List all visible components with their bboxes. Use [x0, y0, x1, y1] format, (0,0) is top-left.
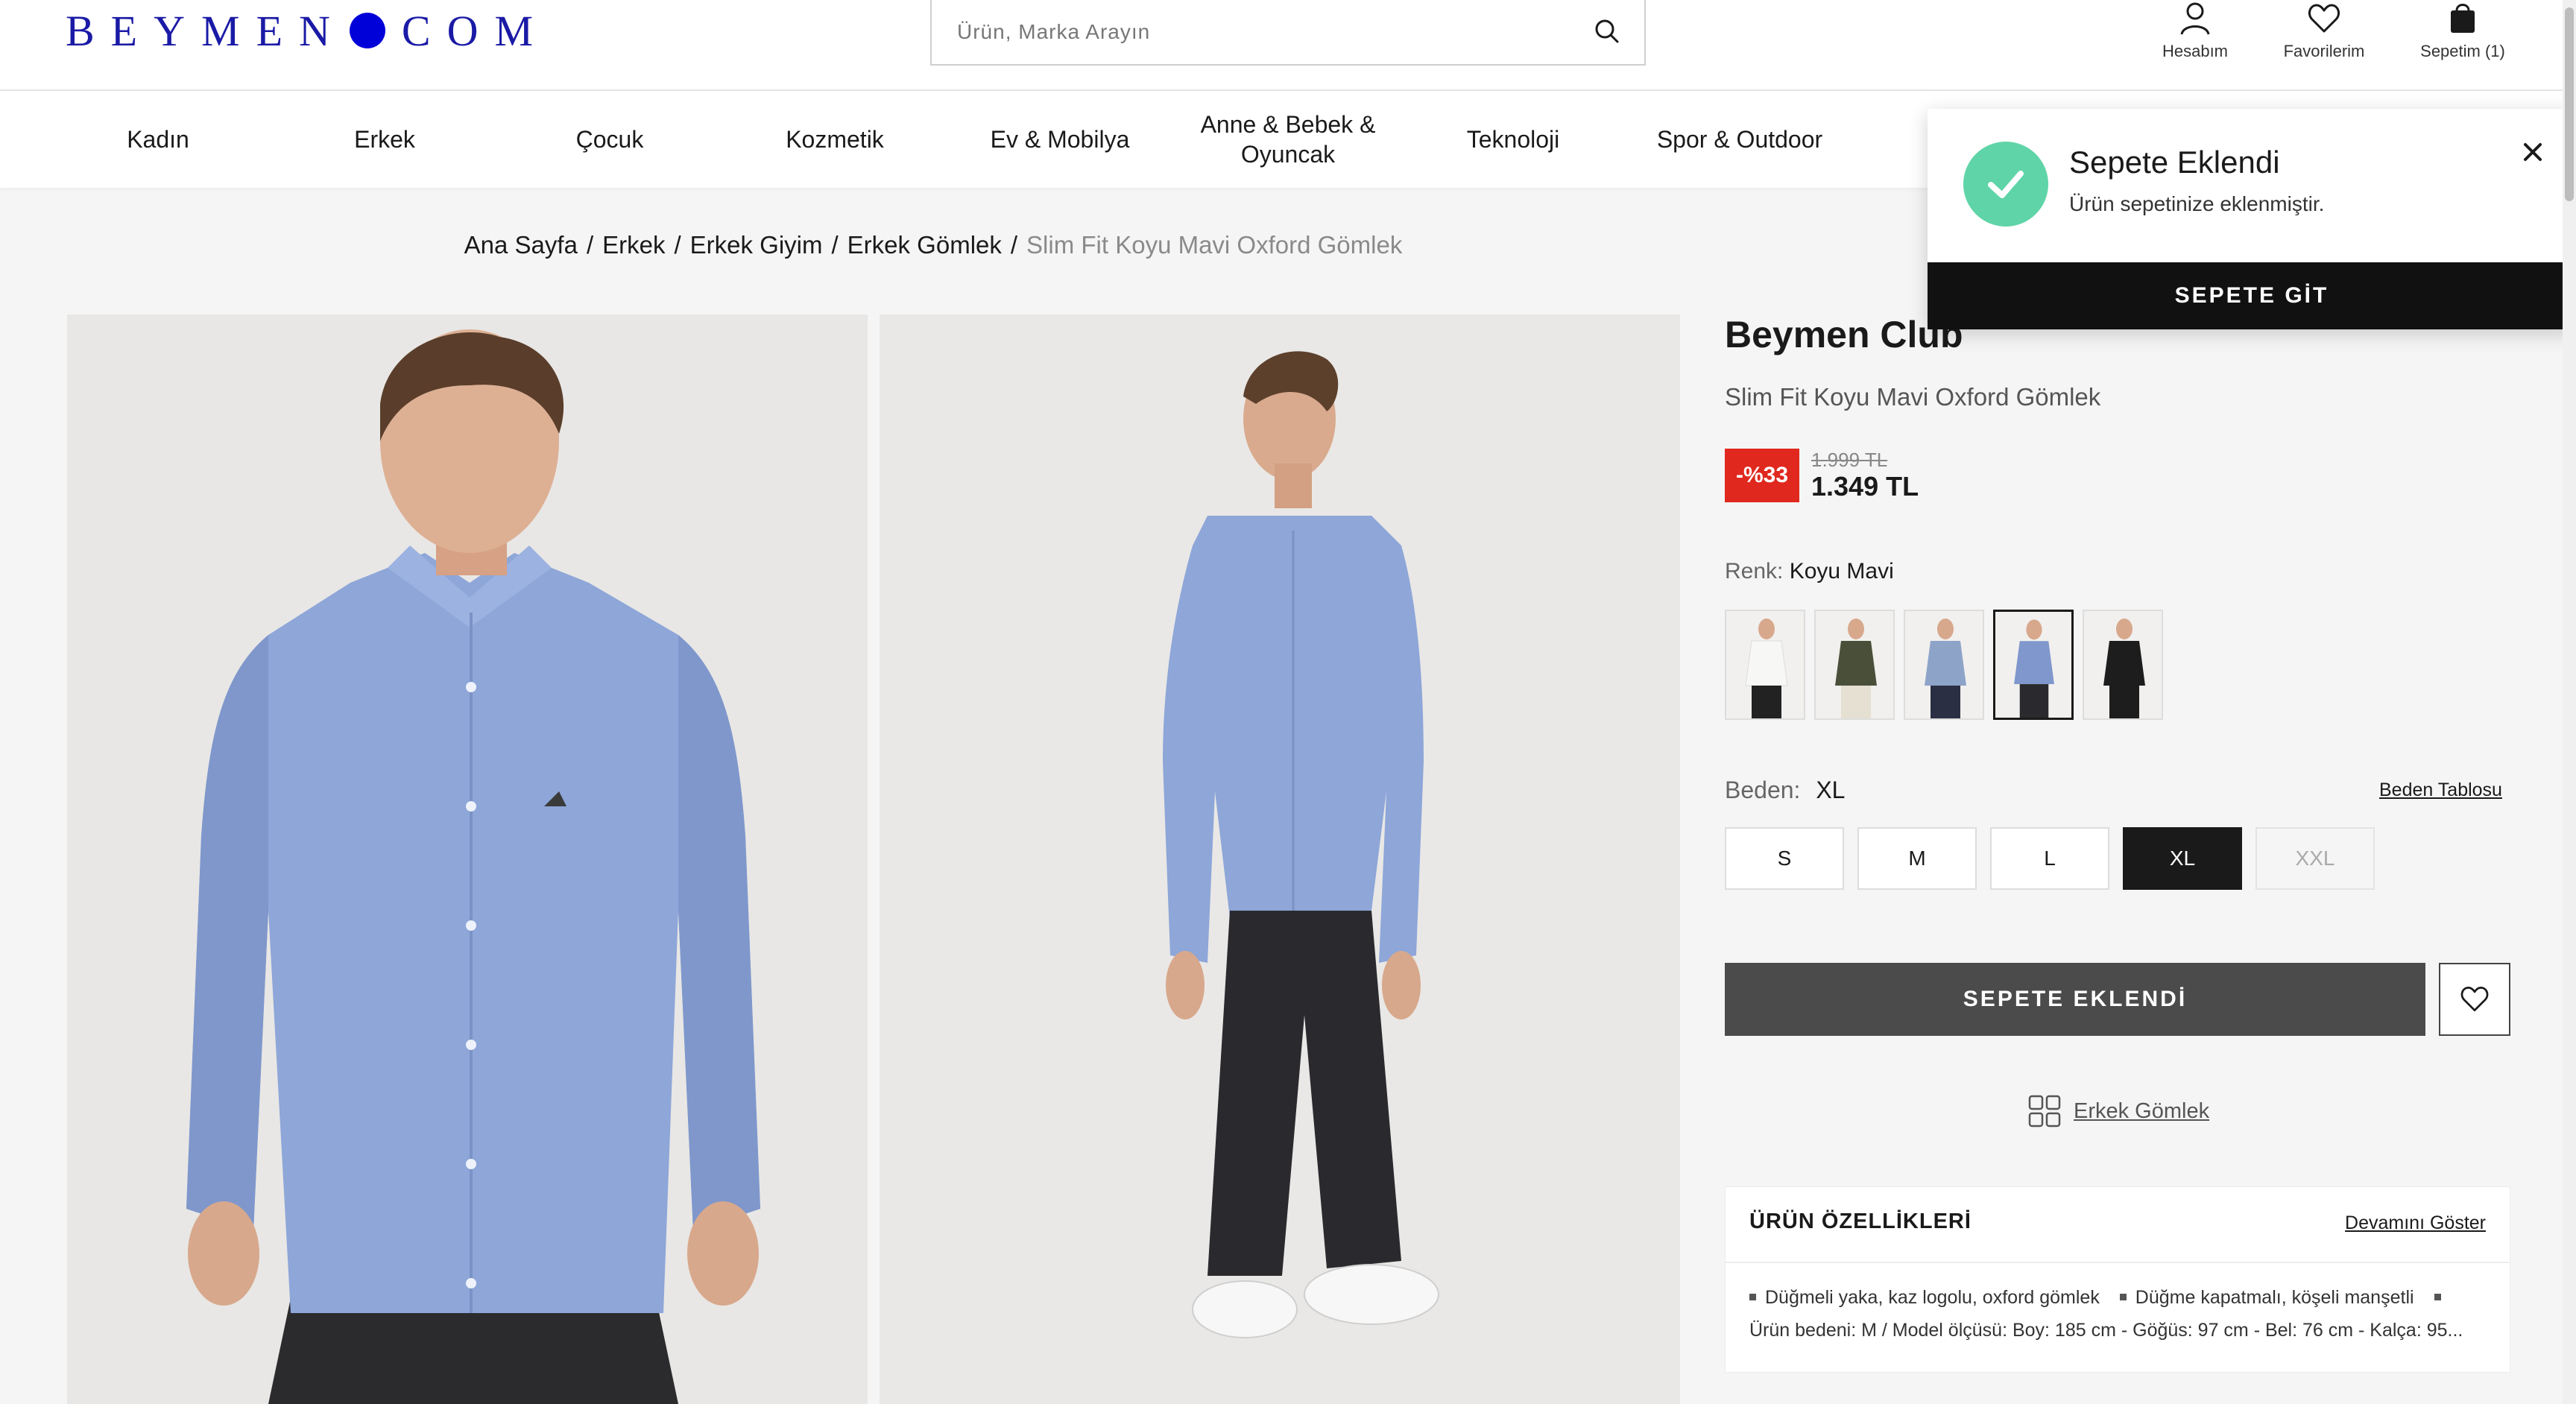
user-icon — [2180, 2, 2210, 35]
breadcrumb-current: Slim Fit Koyu Mavi Oxford Gömlek — [1026, 231, 1403, 259]
size-option-s[interactable]: S — [1725, 827, 1844, 890]
product-features-panel: ÜRÜN ÖZELLİKLERİ Devamını Göster Düğmeli… — [1725, 1186, 2510, 1373]
size-option-l[interactable]: L — [1990, 827, 2109, 890]
current-price: 1.349 TL — [1811, 471, 1919, 502]
nav-item-spor-outdoor[interactable]: Spor & Outdoor — [1629, 91, 1850, 188]
size-option-xl[interactable]: XL — [2123, 827, 2242, 890]
page-scrollbar[interactable] — [2563, 0, 2576, 1404]
breadcrumb-link-erkek[interactable]: Erkek — [602, 231, 665, 259]
search-box — [930, 0, 1646, 66]
nav-item-erkek[interactable]: Erkek — [323, 91, 446, 188]
color-swatch-black[interactable] — [2083, 610, 2163, 720]
breadcrumb-link-erkek-gomlek[interactable]: Erkek Gömlek — [847, 231, 1002, 259]
beymen-logo[interactable]: BEYMEN COM — [66, 4, 549, 57]
size-chart-link[interactable]: Beden Tablosu — [2379, 780, 2502, 801]
color-swatch-dark-blue[interactable] — [1993, 610, 2074, 720]
nav-item-ev-mobilya[interactable]: Ev & Mobilya — [970, 91, 1149, 188]
search-input[interactable] — [932, 0, 1588, 64]
cart-link[interactable]: Sepetim (1) — [2403, 0, 2522, 75]
features-title: ÜRÜN ÖZELLİKLERİ — [1749, 1209, 1972, 1233]
notification-title: Sepete Eklendi — [2069, 145, 2280, 180]
shopping-bag-icon — [2451, 4, 2475, 33]
color-swatch-olive[interactable] — [1814, 610, 1895, 720]
breadcrumb-separator: / — [586, 231, 594, 259]
features-line-2: Ürün bedeni: M / Model ölçüsü: Boy: 185 … — [1749, 1320, 2463, 1341]
features-line-1: Düğmeli yaka, kaz logolu, oxford gömlek … — [1749, 1287, 2450, 1309]
show-more-link[interactable]: Devamını Göster — [2345, 1212, 2486, 1234]
account-link[interactable]: Hesabım — [2147, 0, 2244, 75]
breadcrumb: Ana Sayfa / Erkek / Erkek Giyim / Erkek Gömlek… — [0, 231, 1866, 259]
added-to-cart-notification: Sepete Eklendi Ürün sepetinize eklenmişt… — [1928, 109, 2576, 329]
feature-item: Düğme kapatmalı, köşeli manşetli — [2135, 1287, 2414, 1308]
add-to-favorites-button[interactable] — [2439, 963, 2510, 1036]
logo-text-left: BEYMEN — [66, 6, 347, 55]
site-header: BEYMEN COM Hesabım Favorilerim Sepetim (1… — [0, 0, 2576, 91]
nav-item-anne-bebek-oyuncak[interactable]: Anne & Bebek & Oyuncak — [1185, 91, 1391, 188]
heart-icon — [2308, 4, 2340, 33]
grid-icon — [2028, 1095, 2061, 1128]
bullet-icon — [1749, 1294, 1756, 1300]
color-swatch-white[interactable] — [1725, 610, 1805, 720]
bullet-icon — [2119, 1294, 2127, 1300]
size-label-text: Beden: — [1725, 777, 1801, 803]
breadcrumb-separator: / — [831, 231, 839, 259]
notification-message: Ürün sepetinize eklenmiştir. — [2069, 192, 2325, 215]
features-divider — [1726, 1262, 2510, 1263]
product-name: Slim Fit Koyu Mavi Oxford Gömlek — [1725, 383, 2101, 411]
selected-size: XL — [1816, 777, 1846, 803]
favorites-label: Favorilerim — [2283, 42, 2365, 60]
color-swatch-light-blue[interactable] — [1904, 610, 1984, 720]
cart-label: Sepetim (1) — [2420, 42, 2505, 60]
product-image-full-body[interactable] — [880, 314, 1680, 1404]
size-option-m[interactable]: M — [1857, 827, 1977, 890]
breadcrumb-link-home[interactable]: Ana Sayfa — [464, 231, 578, 259]
logo-text-right: COM — [401, 6, 550, 55]
go-to-cart-button[interactable]: SEPETE GİT — [1928, 262, 2576, 329]
color-label-text: Renk: — [1725, 559, 1784, 584]
breadcrumb-separator: / — [674, 231, 681, 259]
breadcrumb-separator: / — [1010, 231, 1018, 259]
add-to-cart-button[interactable]: SEPETE EKLENDİ — [1725, 963, 2425, 1036]
color-label: Renk: Koyu Mavi — [1725, 559, 1894, 584]
favorites-link[interactable]: Favorilerim — [2272, 0, 2376, 75]
search-icon[interactable] — [1592, 16, 1622, 46]
discount-badge: -%33 — [1725, 449, 1799, 502]
category-link-label: Erkek Gömlek — [2074, 1098, 2210, 1123]
nav-item-teknoloji[interactable]: Teknoloji — [1433, 91, 1594, 188]
success-check-icon — [1963, 142, 2048, 227]
scrollbar-thumb[interactable] — [2565, 7, 2574, 201]
nav-item-cocuk[interactable]: Çocuk — [549, 91, 671, 188]
product-image-front[interactable] — [67, 314, 868, 1404]
heart-icon — [2460, 987, 2489, 1012]
feature-item: Düğmeli yaka, kaz logolu, oxford gömlek — [1765, 1287, 2100, 1308]
logo-dot — [349, 13, 385, 48]
breadcrumb-link-erkek-giyim[interactable]: Erkek Giyim — [690, 231, 823, 259]
close-icon[interactable] — [2519, 139, 2546, 165]
size-label: Beden: XL — [1725, 777, 1845, 804]
nav-item-kadin[interactable]: Kadın — [97, 91, 219, 188]
size-option-xxl: XXL — [2255, 827, 2375, 890]
selected-color: Koyu Mavi — [1789, 559, 1894, 584]
account-label: Hesabım — [2162, 42, 2229, 60]
nav-item-kozmetik[interactable]: Kozmetik — [762, 91, 908, 188]
bullet-icon — [2434, 1294, 2441, 1300]
category-link[interactable]: Erkek Gömlek — [2027, 1092, 2209, 1130]
old-price: 1.999 TL — [1811, 449, 1888, 471]
